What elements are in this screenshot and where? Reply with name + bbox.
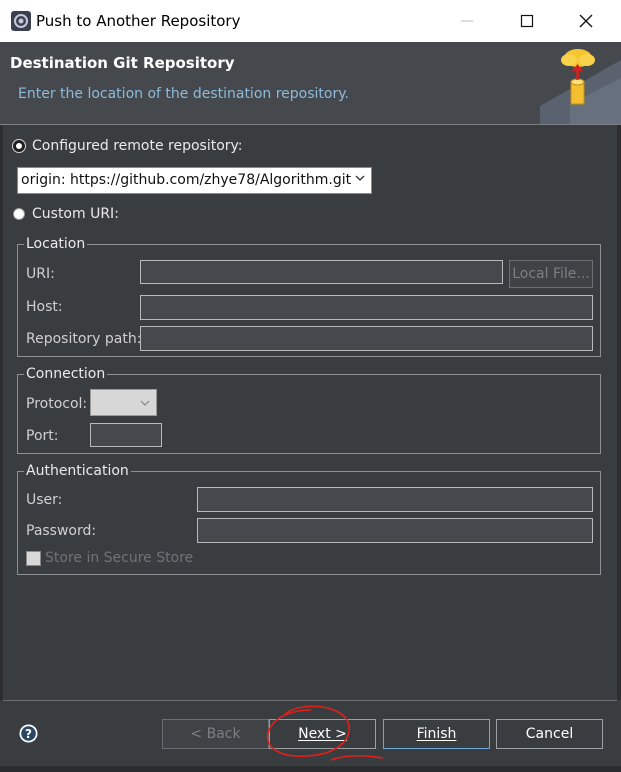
uri-label: URI: <box>26 266 55 282</box>
window-title: Push to Another Repository <box>36 12 241 30</box>
left-border <box>0 125 3 700</box>
svg-text:?: ? <box>25 727 32 741</box>
finish-button-label: Finish <box>416 726 457 742</box>
help-icon[interactable]: ? <box>19 724 38 743</box>
location-group-title: Location <box>24 236 88 252</box>
host-input[interactable] <box>140 295 593 320</box>
annotation-circle <box>266 705 384 761</box>
cloud-upload-repository-icon <box>540 42 621 124</box>
maximize-icon <box>520 14 534 28</box>
protocol-select[interactable] <box>90 389 157 416</box>
eclipse-gear-icon <box>11 11 31 31</box>
page-description: Enter the location of the destination re… <box>18 86 349 102</box>
finish-button[interactable]: Finish <box>383 719 490 749</box>
password-label: Password: <box>26 523 97 539</box>
header-divider <box>0 124 621 125</box>
host-label: Host: <box>26 299 63 315</box>
protocol-label: Protocol: <box>26 396 88 412</box>
minimize-icon <box>461 20 473 22</box>
secure-store-label: Store in Secure Store <box>45 550 194 566</box>
user-input[interactable] <box>197 487 593 512</box>
port-input[interactable] <box>90 423 162 447</box>
secure-store-checkbox[interactable] <box>26 551 41 566</box>
page-title: Destination Git Repository <box>10 54 235 72</box>
uri-input[interactable] <box>140 260 503 284</box>
custom-uri-label[interactable]: Custom URI: <box>32 206 119 222</box>
repository-path-label: Repository path: <box>26 331 142 347</box>
right-border <box>617 125 621 700</box>
cancel-button[interactable]: Cancel <box>496 719 603 749</box>
chevron-down-icon <box>355 175 365 181</box>
chevron-down-icon <box>140 400 150 406</box>
minimize-button[interactable] <box>447 6 487 36</box>
password-input[interactable] <box>197 518 593 543</box>
user-label: User: <box>26 492 63 508</box>
close-icon <box>579 14 593 28</box>
back-button[interactable]: < Back <box>162 719 269 749</box>
configured-remote-radio[interactable] <box>13 140 25 152</box>
wizard-header: Destination Git Repository Enter the loc… <box>0 42 621 124</box>
remote-repository-select[interactable]: origin: https://github.com/zhye78/Algori… <box>17 167 372 194</box>
bottom-edge <box>0 766 621 772</box>
connection-group-title: Connection <box>24 366 108 382</box>
maximize-button[interactable] <box>507 6 547 36</box>
custom-uri-radio[interactable] <box>13 208 25 220</box>
repository-path-input[interactable] <box>140 326 593 351</box>
close-button[interactable] <box>566 6 606 36</box>
local-file-button[interactable]: Local File... <box>509 260 593 288</box>
authentication-group-title: Authentication <box>24 463 131 479</box>
port-label: Port: <box>26 428 59 444</box>
remote-select-value: origin: https://github.com/zhye78/Algori… <box>21 172 352 188</box>
window-titlebar: Push to Another Repository <box>0 0 621 42</box>
configured-remote-label[interactable]: Configured remote repository: <box>32 138 243 154</box>
